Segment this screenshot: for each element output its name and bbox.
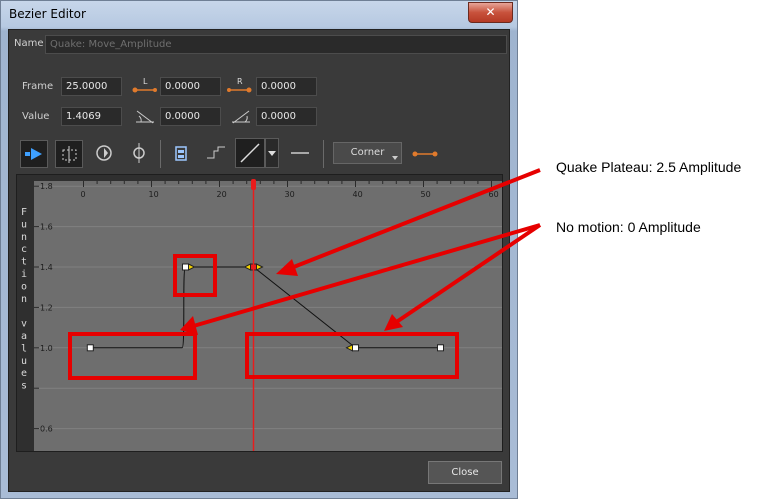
no-motion-annotation: No motion: 0 Amplitude: [556, 219, 701, 235]
plateau-annotation: Quake Plateau: 2.5 Amplitude: [556, 159, 742, 175]
no-motion-arrow-line-2: [390, 223, 542, 327]
right-flat-highlight-box: [245, 332, 459, 379]
left-flat-highlight-box: [68, 332, 197, 380]
plateau-arrowhead: [276, 259, 298, 276]
no-motion-arrowhead-2: [384, 314, 403, 331]
plateau-highlight-box: [173, 254, 217, 297]
plateau-arrow-line: [285, 168, 541, 272]
annotation-overlay: [68, 168, 542, 380]
